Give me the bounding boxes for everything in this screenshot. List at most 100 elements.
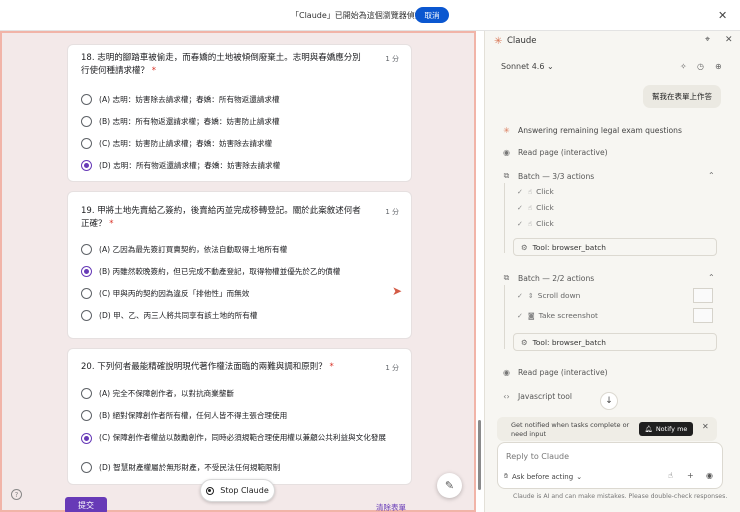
pin-off-icon[interactable]: ⌖ — [705, 35, 710, 45]
help-icon[interactable]: ? — [11, 489, 22, 500]
model-selector[interactable]: Sonnet 4.6 ⌄ — [501, 62, 554, 71]
cursor-tool-icon[interactable]: ☝ — [668, 471, 673, 480]
radio-selected-icon — [81, 266, 92, 277]
radio-icon — [81, 288, 92, 299]
radio-icon — [81, 94, 92, 105]
code-icon: ‹› — [503, 392, 510, 401]
click-icon: ☝ — [527, 219, 533, 228]
action-item: ✓ ☝ Click — [517, 219, 554, 228]
option-radio[interactable]: (D) 甲、乙、丙三人將共同享有該土地的所有權 — [81, 310, 257, 321]
js-tool-step[interactable]: ‹› Javascript tool — [501, 392, 572, 401]
screenshot-thumbnail[interactable] — [693, 288, 713, 303]
question-card-18: 18. 志明的腳踏車被偷走，而春嬌的土地被傾倒廢棄土。志明與春嬌應分別行使何種請… — [67, 44, 412, 182]
banner-message: 「Claude」已開始為這個瀏覽器偵錯 — [291, 11, 423, 20]
task-status: ✳ Answering remaining legal exam question… — [501, 126, 682, 135]
side-panel-title: Claude — [507, 36, 537, 46]
option-radio[interactable]: (B) 志明：所有物返還請求權；春嬌：妨害防止請求權 — [81, 116, 280, 127]
points-label: 1 分 — [385, 55, 399, 63]
check-icon: ✓ — [517, 291, 523, 300]
scroll-down-icon[interactable]: ↓ — [600, 392, 618, 410]
clear-form-link[interactable]: 清除表單 — [376, 502, 406, 512]
option-radio[interactable]: (B) 絕對保障創作者所有權，任何人皆不得主張合理使用 — [81, 410, 287, 421]
option-radio[interactable]: (A) 完全不保障創作者，以對抗商業壟斷 — [81, 388, 234, 399]
tool-call-chip[interactable]: ⚙ Tool: browser_batch — [513, 333, 717, 351]
option-radio[interactable]: (A) 志明：妨害除去請求權；春嬌：所有物返還請求權 — [81, 94, 280, 105]
radio-icon — [81, 116, 92, 127]
scroll-icon: ⇕ — [527, 291, 534, 300]
radio-selected-icon — [81, 433, 92, 444]
permission-mode-select[interactable]: ✋︎ Ask before acting ⌄ — [504, 472, 582, 481]
batch-step-1[interactable]: ⧉ Batch — 3/3 actions — [501, 171, 595, 181]
cursor-icon: ➤ — [392, 284, 403, 298]
option-radio[interactable]: (C) 志明：妨害防止請求權；春嬌：妨害除去請求權 — [81, 138, 272, 149]
user-message: 幫我在表單上作答 — [643, 85, 721, 108]
disclaimer: Claude is AI and can make mistakes. Plea… — [513, 493, 728, 500]
check-icon: ✓ — [517, 203, 523, 212]
action-item: ✓ ◙ Take screenshot — [517, 311, 598, 320]
scrollbar[interactable] — [478, 420, 481, 490]
radio-icon — [81, 462, 92, 473]
action-item: ✓ ☝ Click — [517, 187, 554, 196]
option-radio[interactable]: (D) 智慧財產權屬於無形財產，不受民法任何規範限制 — [81, 462, 280, 473]
radio-icon — [81, 310, 92, 321]
read-page-step[interactable]: ◉ Read page (interactive) — [501, 148, 608, 157]
submit-button[interactable]: 提交 — [65, 497, 107, 512]
chevron-up-icon[interactable]: ⌃ — [708, 273, 715, 282]
plus-icon[interactable]: + — [687, 471, 694, 480]
divider — [504, 183, 505, 253]
points-label: 1 分 — [385, 208, 399, 216]
option-radio[interactable]: (C) 甲與丙的契約因為違反「排他性」而無效 — [81, 288, 249, 299]
claude-logo-icon: ✳ — [494, 36, 503, 47]
edit-pencil-icon[interactable]: ✎ — [437, 473, 462, 498]
action-item: ✓ ☝ Click — [517, 203, 554, 212]
divider — [504, 285, 505, 349]
question-card-20: 20. 下列何者最能精確說明現代著作權法面臨的兩難與調和原則？ * 1 分 (A… — [67, 348, 412, 485]
radio-icon — [81, 410, 92, 421]
notify-text: Get notified when tasks complete or need… — [511, 421, 630, 438]
eye-icon: ◉ — [503, 148, 510, 157]
close-icon[interactable]: ✕ — [702, 422, 709, 431]
sparkle-icon[interactable]: ✧ — [680, 62, 687, 71]
read-page-step[interactable]: ◉ Read page (interactive) — [501, 368, 608, 377]
action-item: ✓ ⇕ Scroll down — [517, 291, 581, 300]
reply-input[interactable]: Reply to Claude — [506, 452, 569, 461]
chevron-down-icon: ⌄ — [576, 472, 583, 481]
chevron-up-icon[interactable]: ⌃ — [708, 171, 715, 180]
screenshot-thumbnail[interactable] — [693, 308, 713, 323]
click-icon: ☝ — [527, 187, 533, 196]
option-radio-selected[interactable]: (D) 志明：所有物返還請求權；春嬌：妨害除去請求權 — [81, 160, 280, 171]
check-icon: ✓ — [517, 219, 523, 228]
question-title: 19. 甲將土地先賣給乙簽約，後賣給丙並完成移轉登記。關於此案敘述何者正確？ * — [81, 206, 361, 229]
stop-record-icon[interactable]: ◉ — [706, 471, 713, 480]
click-icon: ☝ — [527, 203, 533, 212]
camera-icon: ◙ — [527, 311, 535, 320]
banner-cancel-button[interactable]: 取消 — [415, 7, 449, 23]
claude-side-panel: ✳ Claude ⌖ ✕ Sonnet 4.6 ⌄ ✧ ◷ ⊕ 幫我在表單上作答… — [484, 31, 740, 512]
stop-claude-button[interactable]: Stop Claude — [200, 479, 275, 502]
hand-icon: ✋︎ — [504, 472, 508, 480]
question-title: 20. 下列何者最能精確說明現代著作權法面臨的兩難與調和原則？ * — [81, 362, 334, 372]
tool-call-chip[interactable]: ⚙ Tool: browser_batch — [513, 238, 717, 256]
side-panel-header: ✳ Claude ⌖ ✕ — [485, 31, 740, 51]
radio-selected-icon — [81, 160, 92, 171]
claude-spark-icon: ✳ — [503, 126, 510, 135]
history-icon[interactable]: ◷ — [697, 62, 704, 71]
option-radio-selected[interactable]: (B) 丙雖然較晚簽約，但已完成不動產登記，取得物權並優先於乙的債權 — [81, 266, 340, 277]
question-title: 18. 志明的腳踏車被偷走，而春嬌的土地被傾倒廢棄土。志明與春嬌應分別行使何種請… — [81, 53, 361, 76]
close-icon[interactable]: ✕ — [725, 35, 733, 45]
notify-banner: Get notified when tasks complete or need… — [497, 417, 717, 441]
question-card-19: 19. 甲將土地先賣給乙簽約，後賣給丙並完成移轉登記。關於此案敘述何者正確？ *… — [67, 191, 412, 339]
new-chat-icon[interactable]: ⊕ — [715, 62, 722, 71]
radio-icon — [81, 388, 92, 399]
close-icon[interactable]: ✕ — [718, 9, 727, 22]
option-radio[interactable]: (A) 乙因為最先簽訂買賣契約，依法自動取得土地所有權 — [81, 244, 287, 255]
points-label: 1 分 — [385, 364, 399, 372]
notify-me-button[interactable]: 🔔︎ Notify me — [639, 422, 693, 436]
option-radio-selected[interactable]: (C) 保障創作者權益以鼓勵創作，同時必須規範合理使用權以兼顧公共利益與文化發展 — [81, 432, 401, 444]
reply-composer[interactable]: Reply to Claude ✋︎ Ask before acting ⌄ ☝ +… — [497, 442, 723, 489]
check-icon: ✓ — [517, 311, 523, 320]
debug-banner: 「Claude」已開始為這個瀏覽器偵錯 取消 ✕ — [0, 0, 740, 31]
radio-icon — [81, 244, 92, 255]
batch-step-2[interactable]: ⧉ Batch — 2/2 actions — [501, 273, 595, 283]
batch-icon: ⧉ — [503, 273, 510, 282]
